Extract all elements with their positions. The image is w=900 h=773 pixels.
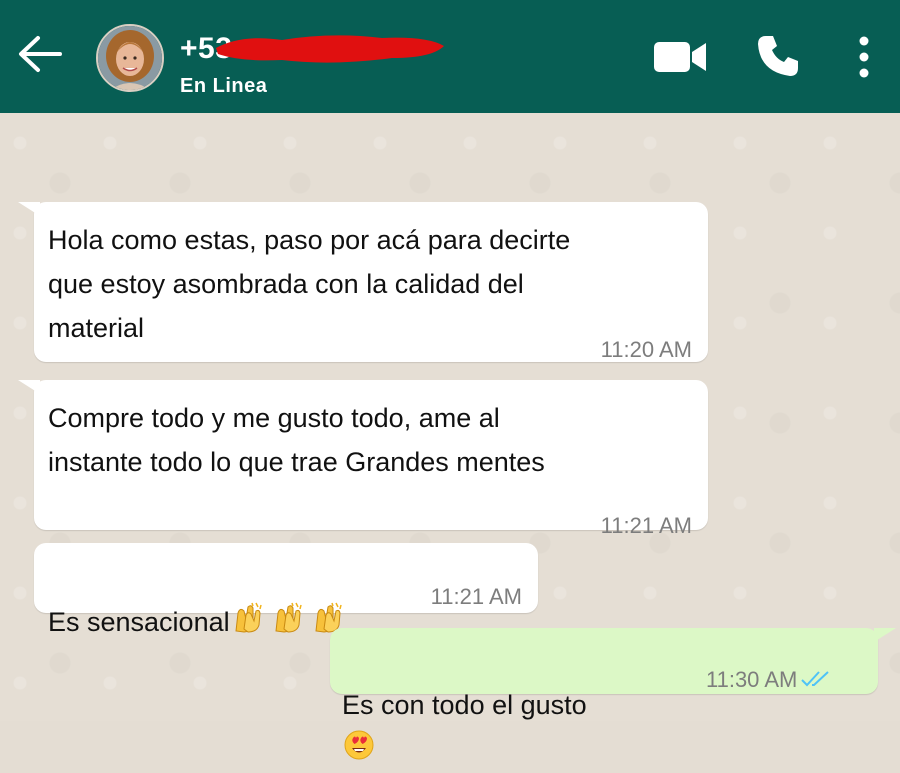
message-meta: 11:30 AM: [706, 658, 831, 703]
bubble-tail: [18, 202, 40, 216]
message-text: Es con todo el gusto: [342, 690, 587, 720]
phone-icon[interactable]: [756, 34, 800, 78]
message-time: 11:21 AM: [600, 513, 692, 538]
chat-header: +53 En Linea: [0, 0, 900, 113]
redaction-mark: [216, 35, 444, 63]
message-text: Compre todo y me gusto todo, ame al inst…: [48, 403, 545, 477]
double-check-read-icon: [801, 659, 831, 703]
more-vert-icon[interactable]: [856, 36, 872, 78]
bubble-tail: [18, 380, 40, 394]
contact-status: En Linea: [180, 75, 268, 97]
message-bubble-outgoing[interactable]: Es con todo el gusto 11:30 AM: [330, 628, 896, 760]
message-text: Hola como estas, paso por acá para decir…: [48, 225, 571, 343]
message-bubble-incoming[interactable]: Compre todo y me gusto todo, ame al inst…: [18, 380, 708, 538]
message-time: 11:20 AM: [600, 337, 692, 362]
back-arrow-icon[interactable]: [16, 34, 64, 74]
message-content: Es con todo el gusto: [342, 639, 587, 773]
heart-eyes-icon: [344, 729, 374, 773]
message-time: 11:21 AM: [430, 584, 522, 609]
message-text: Es sensacional: [48, 607, 230, 637]
video-call-icon[interactable]: [654, 40, 708, 74]
message-time: 11:30 AM: [706, 667, 798, 692]
bubble-tail: [874, 628, 896, 642]
message-bubble-incoming[interactable]: Hola como estas, paso por acá para decir…: [18, 202, 708, 362]
message-bubble-incoming[interactable]: Es sensacional 11:21 AM: [34, 543, 538, 637]
message-content: Es sensacional: [48, 556, 348, 646]
avatar[interactable]: [96, 24, 164, 92]
